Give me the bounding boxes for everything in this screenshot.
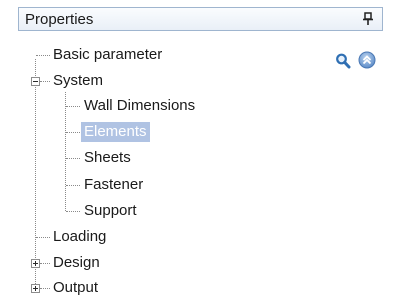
tree-item-loading[interactable]: Loading [53,227,106,247]
properties-panel: Properties Basic parameter System Wall D… [0,0,393,302]
tree-connector [66,211,80,212]
tree-connector [40,81,50,82]
tree-item-design[interactable]: Design [53,253,100,273]
output-expander[interactable] [31,284,40,293]
tree-item-support[interactable]: Support [84,201,137,221]
properties-tree: Basic parameter System Wall Dimensions E… [0,0,393,302]
tree-item-basic-parameter[interactable]: Basic parameter [53,45,162,65]
system-expander[interactable] [31,77,40,86]
tree-connector [66,132,80,133]
tree-connector [66,185,80,186]
tree-connector [36,237,50,238]
design-expander[interactable] [31,259,40,268]
tree-item-output[interactable]: Output [53,278,98,298]
search-icon[interactable] [335,52,351,70]
tree-item-wall-dimensions[interactable]: Wall Dimensions [84,96,195,116]
tree-connector [36,55,50,56]
tree-connector [35,59,36,288]
tree-connector [66,106,80,107]
tree-connector [66,158,80,159]
tree-connector [40,263,50,264]
tree-connector [40,288,50,289]
tree-item-fastener[interactable]: Fastener [84,175,143,195]
tree-item-elements[interactable]: Elements [81,122,150,142]
tree-connector [65,92,66,211]
tree-item-system[interactable]: System [53,71,103,91]
collapse-all-icon[interactable] [358,51,376,69]
tree-item-sheets[interactable]: Sheets [84,148,131,168]
